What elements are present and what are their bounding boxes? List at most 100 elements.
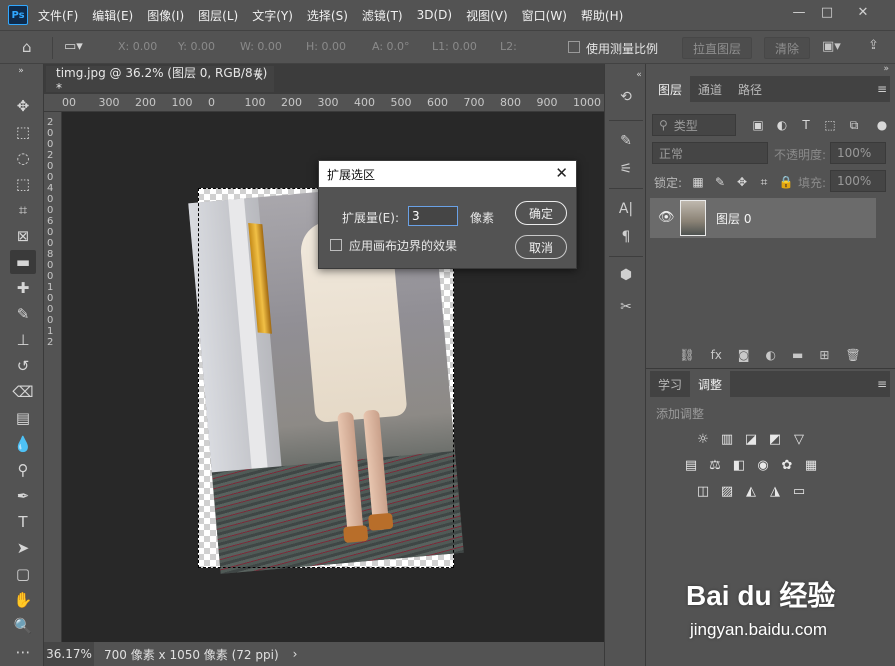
canvas-bounds-effect-checkbox[interactable] [330,239,342,251]
history-brush-icon[interactable]: ↺ [10,354,36,378]
channel-mixer-icon[interactable]: ✿ [778,457,796,473]
dodge-tool-icon[interactable]: ⚲ [10,458,36,482]
layer-filter-select[interactable]: ⚲ 类型 [652,114,736,136]
shape-tool-icon[interactable]: ▢ [10,562,36,586]
collapse-toolbar-icon[interactable]: » [8,64,34,78]
menu-edit[interactable]: 编辑(E) [92,7,133,24]
blend-mode-select[interactable]: 正常 [652,142,768,164]
adjustment-filter-icon[interactable]: ◐ [774,117,790,133]
shape-filter-icon[interactable]: ⬚ [822,117,838,133]
levels-icon[interactable]: ▥ [718,431,736,447]
lock-artboard-icon[interactable]: ⌗ [756,174,772,190]
healing-brush-icon[interactable]: ✚ [10,276,36,300]
threshold-icon[interactable]: ◭ [742,483,760,499]
3d-panel-icon[interactable]: ⬢ [614,264,638,286]
fill-field[interactable]: 100% [830,170,886,192]
collapse-icon[interactable]: » [883,64,889,74]
straighten-layer-button[interactable]: 拉直图层 [682,37,752,59]
gradient-map-icon[interactable]: ▭ [790,483,808,499]
menu-layer[interactable]: 图层(L) [198,7,238,24]
vibrance-icon[interactable]: ▽ [790,431,808,447]
menu-image[interactable]: 图像(I) [147,7,184,24]
tab-channels[interactable]: 通道 [690,76,730,102]
exposure-icon[interactable]: ◩ [766,431,784,447]
delete-layer-icon[interactable]: 🗑 [845,348,860,362]
path-selection-icon[interactable]: ➤ [10,536,36,560]
tab-layers[interactable]: 图层 [650,76,691,102]
type-tool-icon[interactable]: T [10,510,36,534]
tab-adjustments[interactable]: 调整 [690,371,731,397]
maximize-button[interactable]: □ [814,2,840,22]
tool-presets-icon[interactable]: ✂ [614,296,638,318]
lock-transparent-icon[interactable]: ▦ [690,174,706,190]
home-icon[interactable]: ⌂ [22,38,32,56]
ok-button[interactable]: 确定 [515,201,567,225]
character-panel-icon[interactable]: A| [614,198,638,220]
hand-tool-icon[interactable]: ✋ [10,588,36,612]
menu-file[interactable]: 文件(F) [38,7,78,24]
workspace-icon[interactable]: ▣▾ [822,39,841,54]
type-filter-icon[interactable]: T [798,117,814,133]
color-balance-icon[interactable]: ⚖ [706,457,724,473]
new-layer-icon[interactable]: ⊞ [819,348,829,362]
menu-select[interactable]: 选择(S) [307,7,348,24]
tab-learn[interactable]: 学习 [650,371,690,397]
zoom-tool-icon[interactable]: 🔍 [10,614,36,638]
dialog-close-icon[interactable]: ✕ [555,164,568,182]
history-panel-icon[interactable]: ⟲ [614,86,638,108]
minimize-button[interactable]: — [786,2,812,22]
invert-icon[interactable]: ◫ [694,483,712,499]
clone-stamp-icon[interactable]: ⊥ [10,328,36,352]
move-tool-icon[interactable]: ✥ [10,94,36,118]
expand-amount-input[interactable] [408,206,458,226]
document-tab[interactable]: timg.jpg @ 36.2% (图层 0, RGB/8#) * ✕ [46,66,274,95]
brightness-contrast-icon[interactable]: ☼ [694,431,712,447]
status-menu-arrow[interactable]: › [293,647,298,661]
more-tools-icon[interactable]: ⋯ [10,640,36,664]
pixel-filter-icon[interactable]: ▣ [750,117,766,133]
tab-paths[interactable]: 路径 [730,76,770,102]
lock-all-icon[interactable]: 🔒 [778,174,794,190]
add-mask-icon[interactable]: ◙ [738,348,750,362]
new-adjustment-icon[interactable]: ◐ [766,348,776,362]
layer-row[interactable]: 👁 图层 0 [650,198,876,238]
smart-object-filter-icon[interactable]: ⧉ [846,117,862,133]
lasso-tool-icon[interactable]: ◌ [10,146,36,170]
new-group-icon[interactable]: ▬ [792,348,803,362]
layer-name[interactable]: 图层 0 [716,210,751,227]
crop-tool-icon[interactable]: ⌗ [10,198,36,222]
zoom-level[interactable]: 36.17% [44,642,94,666]
brush-tool-icon[interactable]: ✎ [10,302,36,326]
eraser-tool-icon[interactable]: ⌫ [10,380,36,404]
menu-3d[interactable]: 3D(D) [417,8,452,22]
blur-tool-icon[interactable]: 💧 [10,432,36,456]
ruler-tool-icon[interactable]: ▭▾ [64,39,83,54]
close-document-icon[interactable]: ✕ [254,70,264,84]
paragraph-panel-icon[interactable]: ¶ [614,226,638,248]
menu-type[interactable]: 文字(Y) [252,7,293,24]
lock-position-icon[interactable]: ✥ [734,174,750,190]
black-white-icon[interactable]: ◧ [730,457,748,473]
pen-tool-icon[interactable]: ✒ [10,484,36,508]
selective-color-icon[interactable]: ◮ [766,483,784,499]
panel-menu-icon[interactable]: ≡ [877,377,887,391]
opacity-field[interactable]: 100% [830,142,886,164]
share-icon[interactable]: ⇪ [868,38,879,53]
curves-icon[interactable]: ◪ [742,431,760,447]
gradient-tool-icon[interactable]: ▤ [10,406,36,430]
menu-help[interactable]: 帮助(H) [581,7,623,24]
photo-filter-icon[interactable]: ◉ [754,457,772,473]
menu-filter[interactable]: 滤镜(T) [362,7,403,24]
brush-settings-icon[interactable]: ✎ [614,130,638,152]
clear-button[interactable]: 清除 [764,37,810,59]
lock-image-icon[interactable]: ✎ [712,174,728,190]
menu-window[interactable]: 窗口(W) [522,7,567,24]
filter-toggle-icon[interactable]: ● [874,117,890,133]
cancel-button[interactable]: 取消 [515,235,567,259]
frame-tool-icon[interactable]: ⊠ [10,224,36,248]
close-window-button[interactable]: ✕ [850,2,876,22]
link-layers-icon[interactable]: ⛓ [679,348,694,362]
color-lookup-icon[interactable]: ▦ [802,457,820,473]
menu-view[interactable]: 视图(V) [466,7,508,24]
fx-icon[interactable]: fx [711,348,722,362]
